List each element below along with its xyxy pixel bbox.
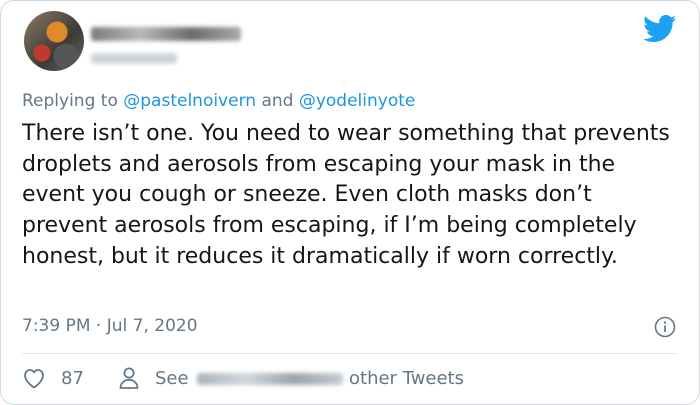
author-name-blurred[interactable] bbox=[91, 27, 241, 41]
author-name-blurred-inline bbox=[197, 373, 343, 385]
divider bbox=[22, 353, 678, 354]
see-label[interactable]: See bbox=[155, 368, 189, 389]
tweet-text: There isn’t one. You need to wear someth… bbox=[22, 121, 670, 269]
mention-link-1[interactable]: @pastelnoivern bbox=[123, 91, 256, 111]
like-count[interactable]: 87 bbox=[61, 368, 84, 389]
reply-and: and bbox=[261, 91, 294, 111]
heart-icon[interactable] bbox=[22, 367, 46, 389]
mention-link-2[interactable]: @yodelinyote bbox=[299, 91, 416, 111]
reply-context: Replying to @pastelnoivern and @yodeliny… bbox=[22, 91, 415, 111]
twitter-bird-icon[interactable] bbox=[643, 15, 677, 43]
reply-prefix: Replying to bbox=[22, 91, 118, 111]
other-tweets-label[interactable]: other Tweets bbox=[349, 368, 464, 389]
person-icon[interactable] bbox=[118, 366, 140, 390]
info-icon[interactable] bbox=[654, 316, 676, 338]
author-handle-blurred[interactable] bbox=[91, 53, 177, 64]
tweet-card: Replying to @pastelnoivern and @yodeliny… bbox=[0, 0, 700, 405]
avatar[interactable] bbox=[24, 11, 84, 71]
tweet-timestamp[interactable]: 7:39 PM · Jul 7, 2020 bbox=[22, 316, 198, 336]
